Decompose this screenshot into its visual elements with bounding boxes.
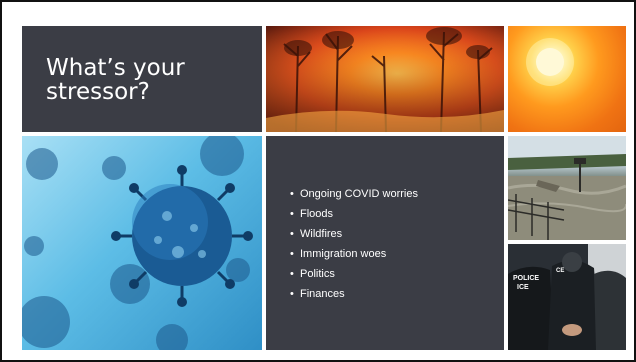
list-item: • Wildfires	[290, 224, 418, 244]
sun-illustration	[526, 38, 574, 86]
list-item: • Politics	[290, 264, 418, 284]
flood-image	[508, 136, 626, 240]
list-item: • Finances	[290, 284, 418, 304]
coronavirus-image	[22, 136, 262, 350]
stressor-list-tile: • Ongoing COVID worries • Floods • Wildfire…	[266, 136, 504, 350]
bullet-icon: •	[290, 228, 294, 240]
bullet-icon: •	[290, 188, 294, 200]
list-item: • Ongoing COVID worries	[290, 184, 418, 204]
wildfire-illustration	[266, 26, 504, 132]
slide: What’s your stressor? • Ongoing COVID wo…	[0, 0, 636, 362]
police-badge-text: POLICE	[513, 275, 539, 282]
slide-title: What’s your stressor?	[46, 55, 185, 105]
sun-image	[508, 26, 626, 132]
wildfire-image	[266, 26, 504, 132]
bullet-icon: •	[290, 288, 294, 300]
stressor-list: • Ongoing COVID worries • Floods • Wildfire…	[290, 184, 418, 304]
title-tile: What’s your stressor?	[22, 26, 262, 132]
virus-illustration	[22, 136, 253, 350]
flood-illustration	[508, 136, 626, 240]
ice-badge-text-partial: CE	[556, 268, 564, 274]
list-item: • Immigration woes	[290, 244, 418, 264]
immigration-enforcement-image: POLICE ICE CE	[508, 244, 626, 350]
bullet-icon: •	[290, 248, 294, 260]
bullet-icon: •	[290, 268, 294, 280]
bullet-icon: •	[290, 208, 294, 220]
list-item: • Floods	[290, 204, 418, 224]
ice-officers-illustration: POLICE ICE CE	[508, 244, 626, 350]
ice-badge-text: ICE	[517, 284, 529, 291]
